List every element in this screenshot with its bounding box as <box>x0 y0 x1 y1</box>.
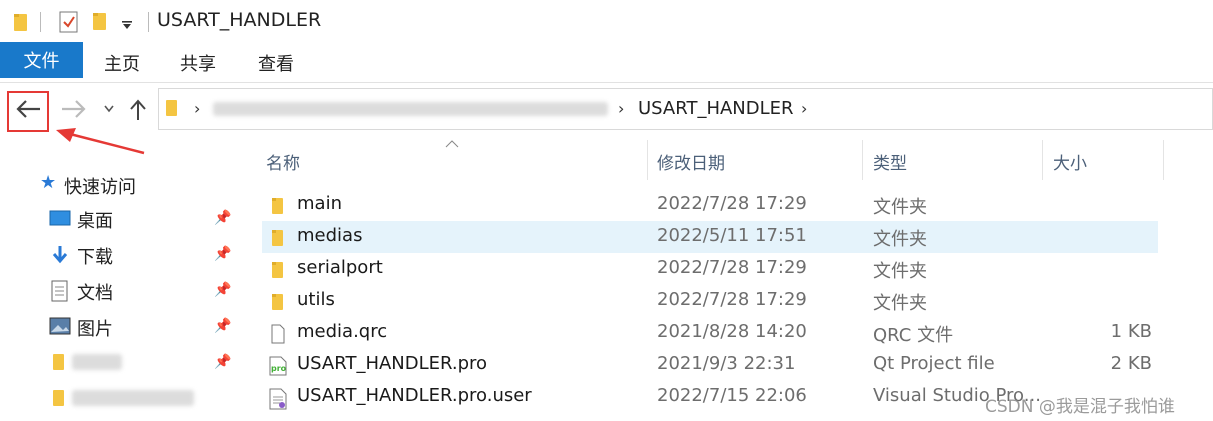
sidebar-item-blurred[interactable] <box>0 384 235 414</box>
file-date: 2021/8/28 14:20 <box>657 321 807 342</box>
separator <box>40 12 41 32</box>
file-date: 2022/7/28 17:29 <box>657 193 807 214</box>
file-row[interactable]: pro USART_HANDLER.pro 2021/9/3 22:31 Qt … <box>262 349 1158 381</box>
file-name: medias <box>297 225 363 246</box>
file-row[interactable]: main 2022/7/28 17:29 文件夹 <box>262 189 1158 221</box>
folder-icon <box>53 354 64 370</box>
file-row[interactable]: media.qrc 2021/8/28 14:20 QRC 文件 1 KB <box>262 317 1158 349</box>
file-name: media.qrc <box>297 321 388 342</box>
tab-home[interactable]: 主页 <box>104 50 140 76</box>
annotation-highlight-box <box>7 91 49 132</box>
blurred-label <box>72 354 122 370</box>
column-divider[interactable] <box>647 140 648 180</box>
file-name: main <box>297 193 342 214</box>
folder-icon <box>272 262 283 278</box>
window-title: USART_HANDLER <box>157 9 322 31</box>
sidebar-item-desktop[interactable]: 桌面 📌 <box>0 204 235 234</box>
tab-view[interactable]: 查看 <box>258 50 294 76</box>
column-header-type[interactable]: 类型 <box>873 149 907 174</box>
folder-icon <box>14 14 27 31</box>
file-date: 2022/7/15 22:06 <box>657 385 807 406</box>
pin-icon[interactable]: 📌 <box>214 318 231 334</box>
sidebar-item-label: 快速访问 <box>64 177 136 198</box>
recent-locations-chevron-icon[interactable] <box>103 104 115 114</box>
file-type: 文件夹 <box>873 293 927 314</box>
column-divider[interactable] <box>1163 140 1164 180</box>
sidebar-item-downloads[interactable]: 下载 📌 <box>0 240 235 270</box>
column-divider[interactable] <box>862 140 863 180</box>
file-size: 1 KB <box>1110 321 1152 342</box>
file-date: 2022/7/28 17:29 <box>657 289 807 310</box>
up-arrow-icon[interactable] <box>128 98 148 122</box>
sidebar-item-blurred[interactable]: 📌 <box>0 348 235 378</box>
sidebar-item-pictures[interactable]: 图片 📌 <box>0 312 235 342</box>
file-icon <box>271 324 285 344</box>
file-size: 2 KB <box>1110 353 1152 374</box>
pin-icon[interactable]: 📌 <box>214 354 231 370</box>
folder-icon <box>53 390 64 406</box>
file-date: 2022/7/28 17:29 <box>657 257 807 278</box>
title-bar: USART_HANDLER <box>0 0 1213 42</box>
breadcrumb-chevron[interactable]: › <box>194 99 200 118</box>
breadcrumb-chevron[interactable]: › <box>618 99 624 118</box>
file-name: USART_HANDLER.pro <box>297 353 488 374</box>
tab-share[interactable]: 共享 <box>180 50 216 76</box>
pin-icon[interactable]: 📌 <box>214 210 231 226</box>
breadcrumb-chevron[interactable]: › <box>801 99 807 118</box>
file-type: 文件夹 <box>873 261 927 282</box>
column-header-name[interactable]: 名称 <box>266 149 300 174</box>
tab-file[interactable]: 文件 <box>0 42 83 78</box>
column-header-size[interactable]: 大小 <box>1053 149 1087 174</box>
pin-icon[interactable]: 📌 <box>214 282 231 298</box>
file-name: USART_HANDLER.pro.user <box>297 385 532 406</box>
new-folder-icon[interactable] <box>92 10 108 32</box>
pin-icon[interactable]: 📌 <box>214 246 231 262</box>
file-name: serialport <box>297 257 383 278</box>
breadcrumb-current[interactable]: USART_HANDLER <box>638 98 794 119</box>
sidebar-item-label: 图片 <box>77 319 113 340</box>
star-icon: ★ <box>40 172 57 193</box>
column-divider[interactable] <box>1042 140 1043 180</box>
file-row[interactable]: utils 2022/7/28 17:29 文件夹 <box>262 285 1158 317</box>
blurred-breadcrumb[interactable] <box>213 102 608 116</box>
sort-ascending-icon <box>445 140 459 148</box>
sidebar-item-quick-access[interactable]: ★ 快速访问 <box>0 170 235 200</box>
desktop-icon <box>49 210 71 226</box>
file-row[interactable]: serialport 2022/7/28 17:29 文件夹 <box>262 253 1158 285</box>
download-icon <box>52 246 68 264</box>
file-row[interactable]: medias 2022/5/11 17:51 文件夹 <box>262 221 1158 253</box>
sidebar-item-label: 文档 <box>77 283 113 304</box>
file-type: 文件夹 <box>873 197 927 218</box>
pro-file-icon: pro <box>269 356 287 376</box>
document-icon <box>51 280 68 302</box>
file-type: Qt Project file <box>873 353 995 374</box>
properties-icon[interactable] <box>59 10 79 34</box>
annotation-arrow <box>56 128 145 155</box>
svg-text:pro: pro <box>271 364 287 373</box>
column-header-date[interactable]: 修改日期 <box>657 149 725 174</box>
picture-icon <box>49 317 71 335</box>
sidebar-item-label: 桌面 <box>77 211 113 232</box>
folder-icon <box>272 198 283 214</box>
file-type: QRC 文件 <box>873 325 954 346</box>
separator <box>148 12 149 32</box>
blurred-label <box>72 390 194 406</box>
sidebar-item-documents[interactable]: 文档 📌 <box>0 276 235 306</box>
folder-icon <box>272 294 283 310</box>
folder-icon <box>272 230 283 246</box>
sidebar-item-label: 下载 <box>77 247 113 268</box>
file-date: 2021/9/3 22:31 <box>657 353 796 374</box>
folder-icon <box>166 100 177 116</box>
file-name: utils <box>297 289 335 310</box>
forward-arrow-icon[interactable] <box>58 98 88 120</box>
file-date: 2022/5/11 17:51 <box>657 225 807 246</box>
watermark: CSDN @我是混子我怕谁 <box>985 397 1175 417</box>
user-file-icon <box>269 388 287 410</box>
customize-toolbar-icon[interactable] <box>121 20 133 30</box>
file-type: 文件夹 <box>873 229 927 250</box>
